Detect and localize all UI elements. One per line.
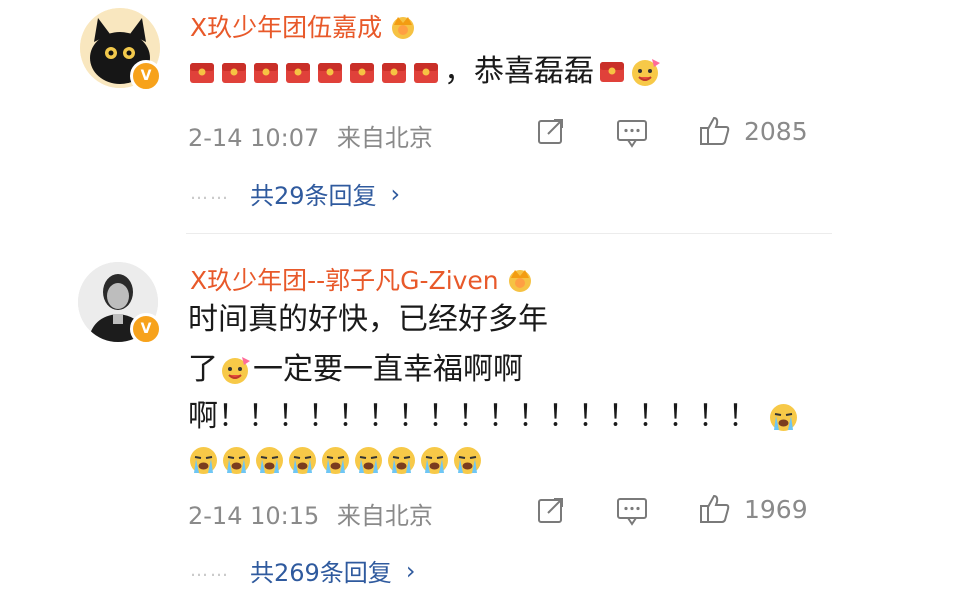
username[interactable]: X玖少年团--郭子凡G-Ziven bbox=[190, 261, 535, 297]
like-button[interactable]: 1969 bbox=[698, 492, 808, 526]
red-envelope-icon bbox=[414, 62, 438, 83]
crown-icon bbox=[392, 17, 415, 39]
comment-icon bbox=[617, 120, 647, 148]
like-count: 2085 bbox=[744, 116, 808, 146]
like-button[interactable]: 2085 bbox=[698, 114, 808, 148]
crying-emoji-group bbox=[188, 440, 485, 480]
comment-text-line-4 bbox=[188, 440, 485, 480]
red-envelope-group bbox=[188, 52, 444, 92]
chevron-right-icon: › bbox=[405, 556, 416, 585]
divider bbox=[186, 233, 832, 234]
share-button[interactable] bbox=[536, 116, 566, 146]
crying-emoji-icon bbox=[322, 447, 349, 474]
username[interactable]: X玖少年团伍嘉成 bbox=[190, 8, 418, 44]
crying-emoji-icon bbox=[223, 447, 250, 474]
comment-meta: 2-14 10:15 来自北京 bbox=[188, 496, 433, 531]
chevron-right-icon: › bbox=[390, 179, 401, 208]
location: 来自北京 bbox=[336, 502, 433, 530]
share-button[interactable] bbox=[536, 495, 566, 525]
red-envelope-icon bbox=[350, 62, 374, 83]
red-envelope-icon bbox=[222, 62, 246, 83]
share-icon bbox=[538, 119, 563, 144]
timestamp: 2-14 10:07 bbox=[188, 124, 320, 152]
crying-emoji-group bbox=[768, 397, 801, 437]
thumbs-up-icon bbox=[700, 116, 730, 145]
like-count: 1969 bbox=[744, 494, 808, 524]
red-envelope-icon bbox=[286, 62, 310, 83]
view-replies-link[interactable]: …… 共29条回复 › bbox=[190, 176, 400, 211]
verified-badge: V bbox=[130, 313, 162, 345]
crying-emoji-icon bbox=[256, 447, 283, 474]
red-envelope-icon bbox=[254, 62, 278, 83]
timestamp: 2-14 10:15 bbox=[188, 502, 320, 530]
comment-text-line-2: 了 一定要一直幸福啊啊 bbox=[188, 352, 523, 387]
comment-button[interactable] bbox=[616, 496, 648, 526]
crying-emoji-icon bbox=[388, 447, 415, 474]
view-replies-link[interactable]: …… 共269条回复 › bbox=[190, 553, 415, 588]
crying-emoji-icon bbox=[355, 447, 382, 474]
verified-badge: V bbox=[130, 60, 162, 92]
crying-emoji-icon bbox=[454, 447, 481, 474]
celebrate-emoji-icon bbox=[632, 58, 660, 86]
comment-meta: 2-14 10:07 来自北京 bbox=[188, 118, 433, 153]
comment-icon bbox=[617, 498, 647, 526]
thumbs-up-icon bbox=[700, 494, 730, 523]
red-envelope-icon bbox=[318, 62, 342, 83]
red-envelope-icon bbox=[190, 62, 214, 83]
crying-emoji-icon bbox=[190, 447, 217, 474]
share-icon bbox=[538, 498, 563, 523]
crying-emoji-icon bbox=[289, 447, 316, 474]
comment-button[interactable] bbox=[616, 118, 648, 148]
crown-icon bbox=[508, 270, 531, 292]
red-envelope-icon bbox=[382, 62, 406, 83]
comment-text: ，恭喜磊磊 bbox=[188, 52, 663, 92]
crying-emoji-icon bbox=[770, 404, 797, 431]
comment-text-line-3: 啊！！！！！！！！！！！！！！！！！！ bbox=[188, 397, 801, 437]
comment-text-line-1: 时间真的好快，已经好多年 bbox=[188, 302, 548, 337]
red-envelope-icon bbox=[600, 62, 624, 82]
location: 来自北京 bbox=[336, 124, 433, 152]
crying-emoji-icon bbox=[421, 447, 448, 474]
celebrate-emoji-icon bbox=[222, 356, 250, 384]
